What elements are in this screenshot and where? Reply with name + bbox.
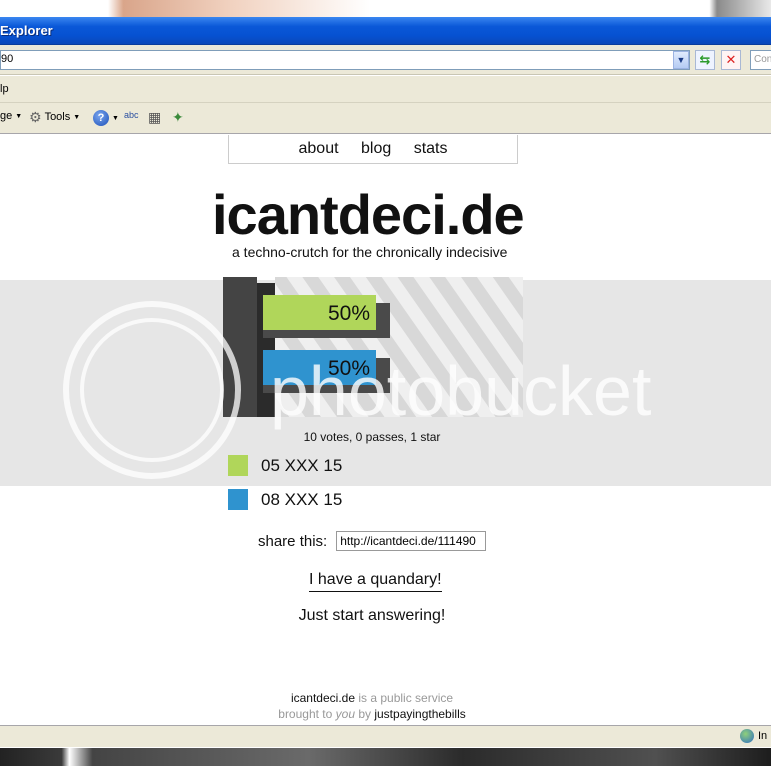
- messenger-icon: ✦: [172, 109, 184, 125]
- footer-line-1: icantdeci.de is a public service: [0, 690, 744, 706]
- site-logo[interactable]: icantdeci.de: [212, 183, 525, 247]
- footer: icantdeci.de is a public service brought…: [0, 690, 744, 722]
- security-zone: In: [740, 729, 767, 743]
- footer-you: you: [335, 707, 355, 721]
- photo-top-strip: [0, 0, 771, 17]
- address-bar: 90 ▼ ⇆ ✕ Con: [0, 45, 771, 75]
- nav-stats[interactable]: stats: [414, 140, 448, 157]
- menu-item-help[interactable]: lp: [0, 83, 9, 95]
- share-label: share this:: [258, 532, 328, 550]
- research-button[interactable]: ▦: [148, 110, 161, 124]
- tools-menu[interactable]: ⚙ Tools ▼: [29, 110, 80, 124]
- web-page: about blog stats icantdeci.de a techno-c…: [0, 135, 771, 725]
- bar-value-label: 50%: [328, 302, 370, 325]
- command-bar: ge ▼ ⚙ Tools ▼ ? ▼ abc ▦ ✦: [0, 103, 771, 134]
- nav-about[interactable]: about: [299, 140, 339, 157]
- stop-button[interactable]: ✕: [721, 50, 741, 70]
- legend-label: 08 XXX 15: [261, 489, 343, 509]
- status-bar: In: [0, 725, 771, 747]
- research-icon: ▦: [148, 109, 162, 125]
- address-dropdown-button[interactable]: ▼: [673, 51, 689, 69]
- spelling-button[interactable]: abc: [124, 110, 139, 120]
- chart-axis-block: [223, 277, 257, 417]
- zone-label: In: [758, 730, 768, 742]
- legend-swatch: [228, 455, 248, 476]
- tools-menu-label: Tools: [44, 111, 71, 123]
- chevron-down-icon: ▼: [112, 114, 119, 122]
- window-titlebar: Explorer: [0, 17, 771, 45]
- chevron-down-icon: ▼: [73, 113, 81, 121]
- window-title: Explorer: [0, 23, 53, 38]
- gear-icon: ⚙: [29, 109, 42, 125]
- footer-site-link[interactable]: icantdeci.de: [291, 691, 355, 705]
- legend-option-2[interactable]: 08 XXX 15: [228, 489, 342, 510]
- results-chart: 50% 50%: [223, 277, 523, 417]
- quandary-link[interactable]: I have a quandary!: [309, 571, 442, 592]
- menu-bar: lp: [0, 76, 771, 103]
- chevron-down-icon: ▼: [15, 112, 23, 120]
- help-menu[interactable]: ? ▼: [93, 110, 119, 126]
- site-nav: about blog stats: [228, 135, 518, 164]
- footer-brought: brought to: [278, 707, 336, 721]
- vote-summary: 10 votes, 0 passes, 1 star: [303, 430, 441, 444]
- refresh-button[interactable]: ⇆: [695, 50, 715, 70]
- legend-option-1[interactable]: 05 XXX 15: [228, 455, 342, 476]
- address-input[interactable]: 90: [0, 50, 690, 70]
- share-url-field[interactable]: [336, 531, 487, 551]
- spell-check-icon: abc: [124, 110, 139, 120]
- bar-value-label: 50%: [328, 357, 370, 380]
- footer-public: is a public service: [355, 691, 454, 705]
- answering-text: Just start answering!: [298, 607, 446, 624]
- page-menu-label: ge: [0, 110, 13, 122]
- footer-line-2: brought to you by justpayingthebills: [0, 706, 744, 722]
- page-menu[interactable]: ge ▼: [0, 110, 22, 122]
- help-icon: ?: [93, 110, 109, 126]
- search-input[interactable]: Con: [750, 50, 771, 70]
- footer-company-link[interactable]: justpayingthebills: [374, 707, 465, 721]
- legend-swatch: [228, 489, 248, 510]
- legend-label: 05 XXX 15: [261, 455, 343, 475]
- share-row: share this:: [258, 531, 487, 551]
- messenger-button[interactable]: ✦: [172, 110, 184, 124]
- site-tagline: a techno-crutch for the chronically inde…: [232, 244, 508, 260]
- footer-by: by: [355, 707, 375, 721]
- photo-bottom-strip: [0, 748, 771, 766]
- nav-blog[interactable]: blog: [361, 140, 391, 157]
- globe-icon: [740, 729, 754, 743]
